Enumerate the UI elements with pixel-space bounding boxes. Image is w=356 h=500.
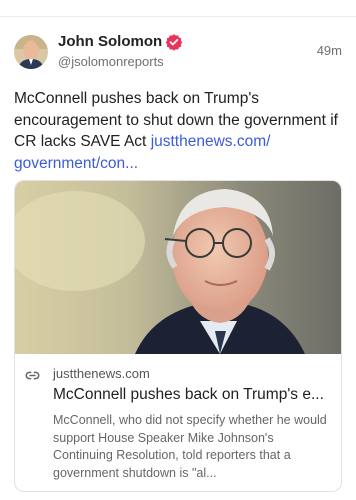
top-divider — [0, 16, 356, 17]
post-text: McConnell pushes back on Trump's encoura… — [14, 88, 346, 174]
post-timestamp[interactable]: 49m — [317, 43, 342, 58]
avatar[interactable] — [14, 35, 48, 69]
link-title[interactable]: McConnell pushes back on Trump's e... — [53, 386, 333, 404]
link-preview-image — [15, 181, 341, 354]
link-preview-card[interactable]: justthenews.com McConnell pushes back on… — [14, 180, 342, 492]
link-description: McConnell, who did not specify whether h… — [53, 413, 327, 480]
author-handle[interactable]: @jsolomonreports — [58, 54, 164, 69]
author-name[interactable]: John Solomon — [58, 33, 162, 50]
verified-badge-icon — [165, 33, 183, 51]
link-domain: justthenews.com — [53, 366, 150, 381]
link-icon — [25, 368, 40, 383]
